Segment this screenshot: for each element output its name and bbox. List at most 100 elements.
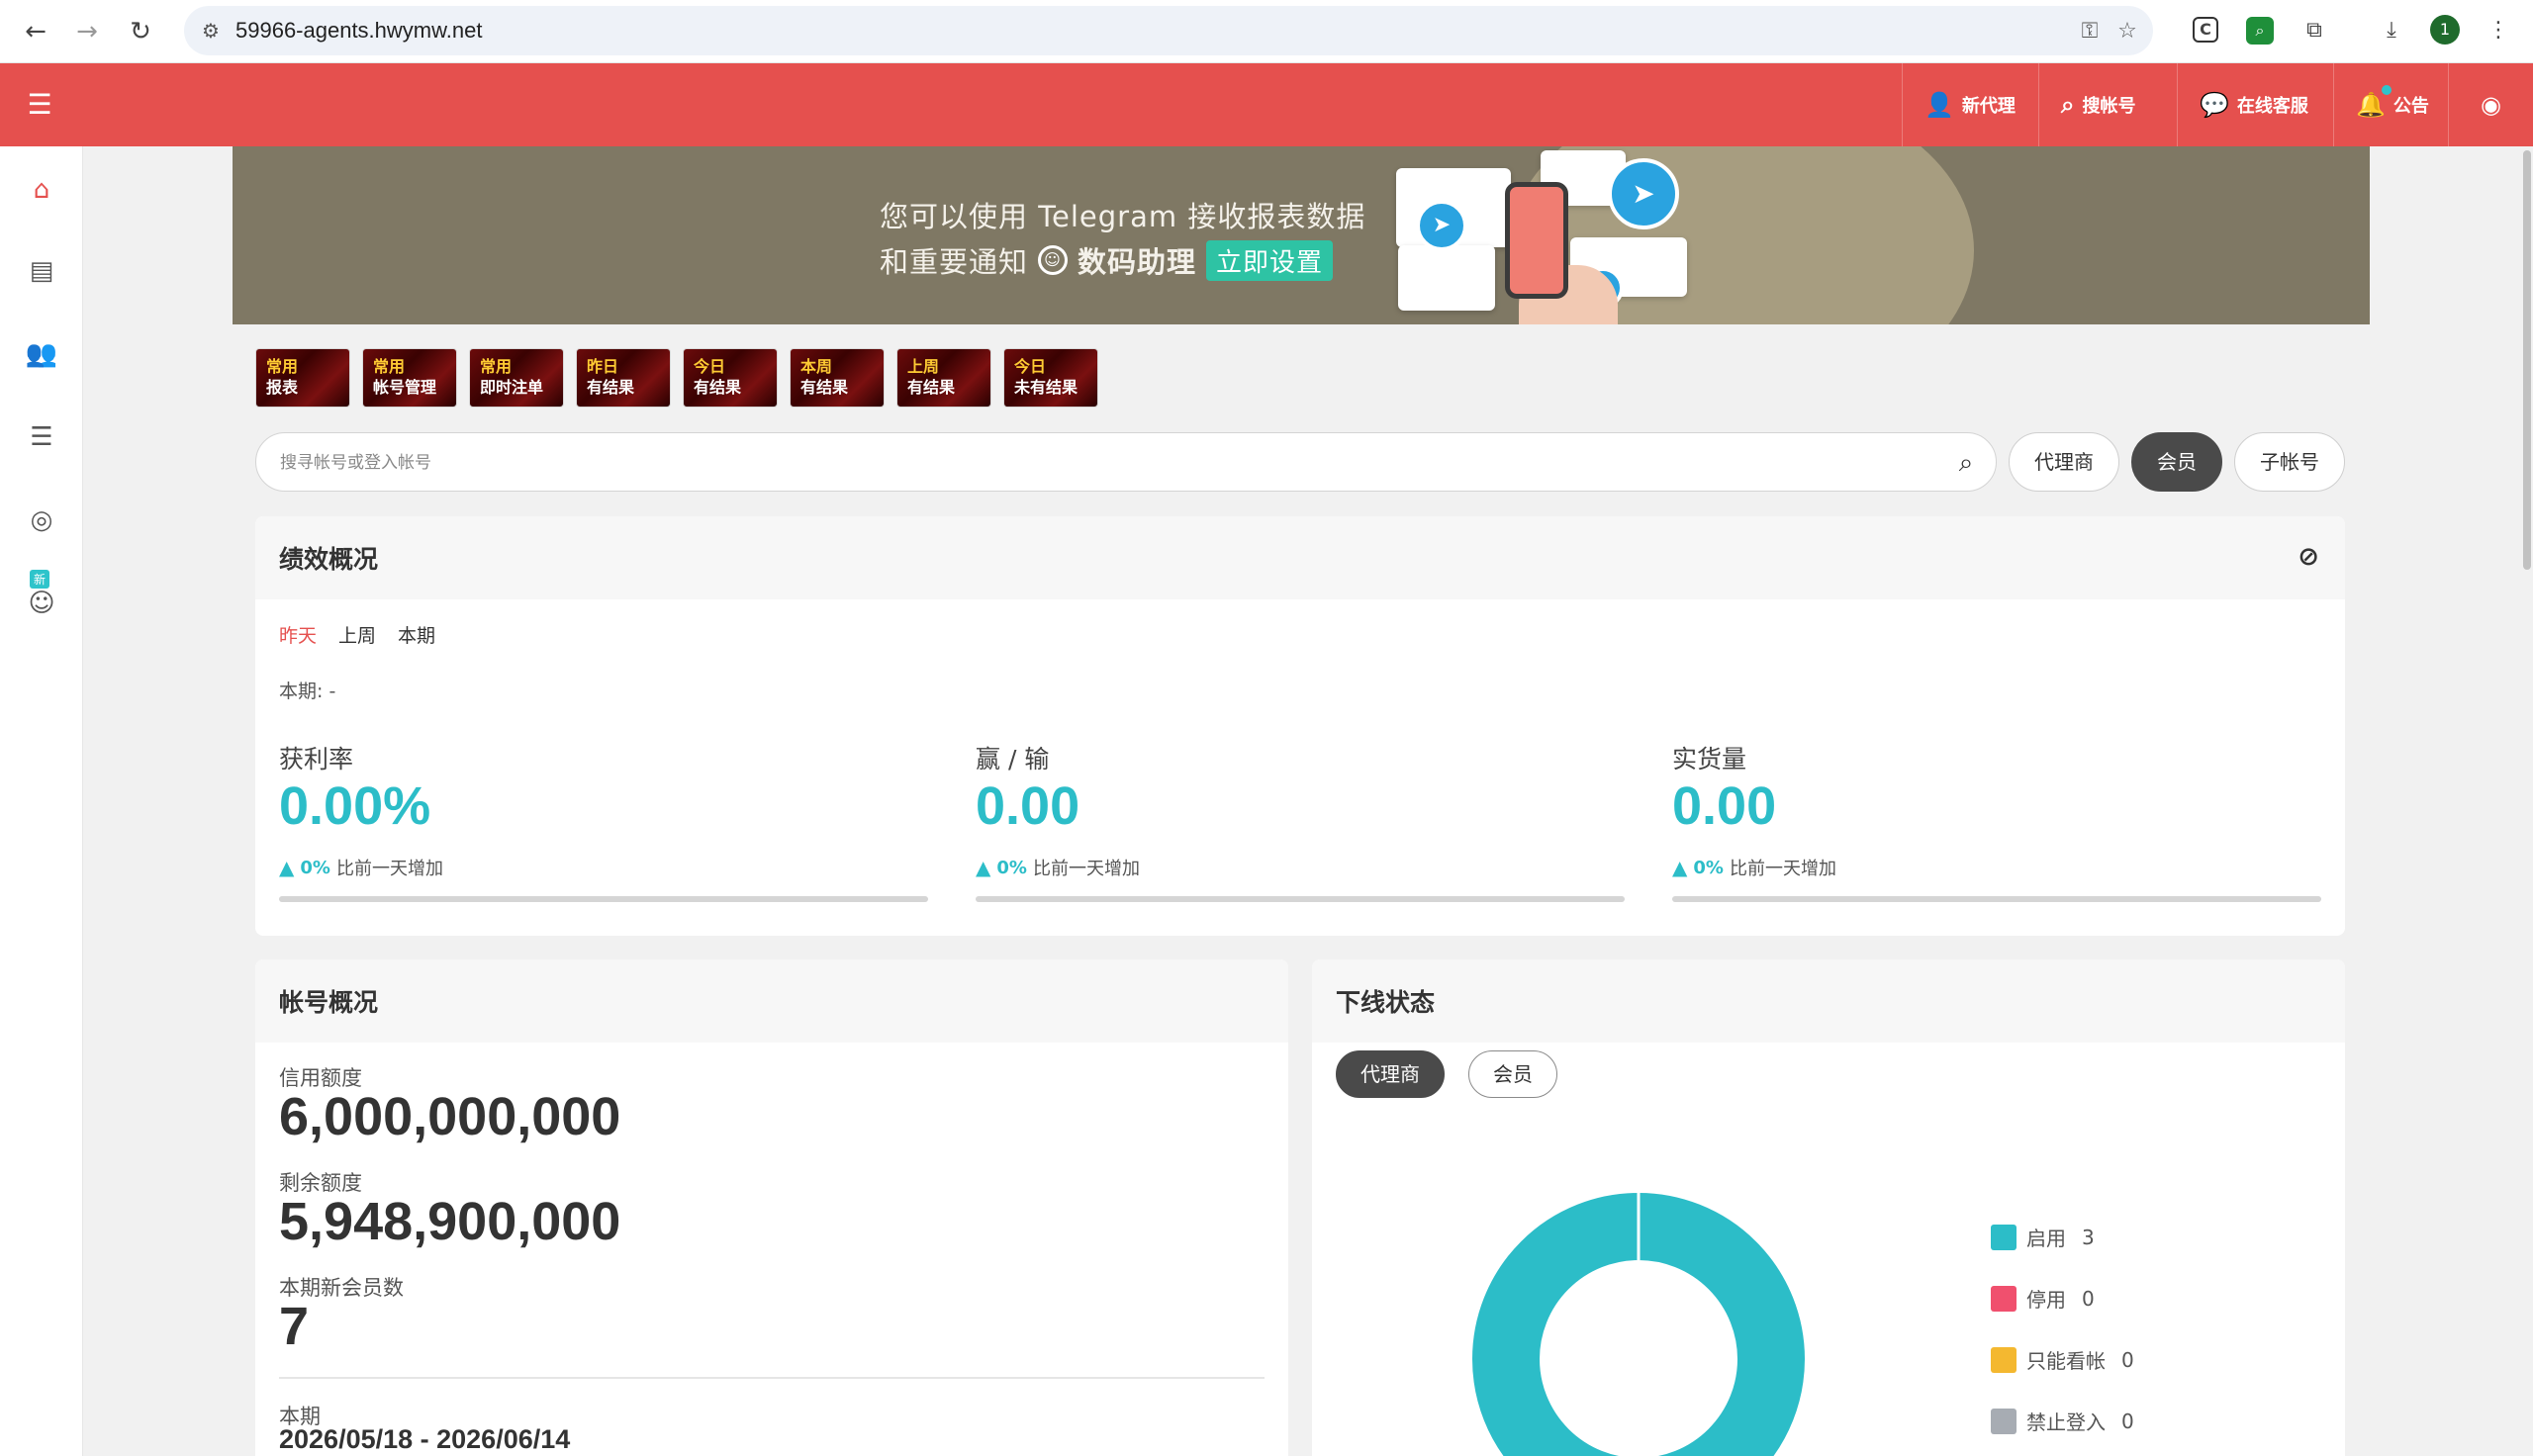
legend-count: 0 bbox=[2121, 1347, 2134, 1372]
account-title: 帐号概况 bbox=[279, 988, 379, 1017]
legend-enabled[interactable]: 启用 3 bbox=[1991, 1223, 2095, 1251]
key-icon[interactable]: ⚿ bbox=[2076, 18, 2104, 46]
new-agent-button[interactable]: 👤 新代理 bbox=[1902, 63, 2037, 146]
kebab-menu-icon[interactable]: ⋮ bbox=[2482, 14, 2515, 47]
quick-btn-today-unsettled[interactable]: 今日 未有结果 bbox=[1003, 348, 1098, 408]
legend-label: 只能看帐 bbox=[2026, 1349, 2106, 1373]
quick-btn-common-account[interactable]: 常用 帐号管理 bbox=[362, 348, 457, 408]
quick-btn-bottom: 帐号管理 bbox=[373, 378, 437, 397]
reload-icon[interactable]: ↻ bbox=[123, 14, 158, 49]
quick-btn-top: 今日 bbox=[694, 357, 726, 376]
eye-slash-icon[interactable]: ⊘ bbox=[2298, 542, 2319, 572]
home-icon[interactable]: ⌂ bbox=[22, 170, 61, 210]
account-search-input[interactable] bbox=[280, 447, 1903, 479]
announcement-label: 公告 bbox=[2392, 96, 2429, 117]
quick-btn-common-live-bets[interactable]: 常用 即时注单 bbox=[469, 348, 564, 408]
metric-turnover: 实货量 0.00 ▲ 0% 比前一天增加 bbox=[1672, 740, 2321, 902]
donut-slice-0[interactable] bbox=[1472, 1193, 1805, 1456]
download-icon[interactable]: ⤓ bbox=[2375, 14, 2408, 47]
user-profile-button[interactable]: ◉ bbox=[2448, 63, 2533, 146]
quick-btn-last-week-settled[interactable]: 上周 有结果 bbox=[896, 348, 991, 408]
downline-tab-agent[interactable]: 代理商 bbox=[1336, 1050, 1445, 1098]
quick-btn-bottom: 未有结果 bbox=[1014, 378, 1079, 397]
scrollbar-thumb[interactable] bbox=[2523, 150, 2531, 570]
announcement-button[interactable]: 🔔 公告 bbox=[2333, 63, 2451, 146]
performance-tabs: 昨天 上周 本期 bbox=[279, 621, 435, 648]
quick-btn-bottom: 即时注单 bbox=[480, 378, 544, 397]
filter-sub-account-button[interactable]: 子帐号 bbox=[2234, 432, 2345, 492]
activity-icon[interactable]: ◎ bbox=[22, 500, 61, 540]
extensions-puzzle-icon[interactable]: ⧉ bbox=[2298, 14, 2331, 47]
account-card-header: 帐号概况 bbox=[255, 959, 1288, 1043]
account-search-box: ⌕ bbox=[255, 432, 1997, 492]
user-circle-icon: ◉ bbox=[2481, 91, 2501, 119]
downline-tab-member[interactable]: 会员 bbox=[1468, 1050, 1557, 1098]
metric-trend-text: 比前一天增加 bbox=[1032, 859, 1140, 879]
legend-view-only[interactable]: 只能看帐 0 bbox=[1991, 1345, 2134, 1374]
quick-btn-today-settled[interactable]: 今日 有结果 bbox=[683, 348, 778, 408]
quick-btn-top: 昨日 bbox=[587, 357, 619, 376]
quick-btn-bottom: 有结果 bbox=[907, 378, 956, 397]
metric-win-loss: 赢 / 输 0.00 ▲ 0% 比前一天增加 bbox=[976, 740, 1625, 902]
quick-btn-top: 常用 bbox=[373, 357, 406, 376]
back-icon[interactable]: ← bbox=[18, 14, 53, 49]
filter-agent-button[interactable]: 代理商 bbox=[2009, 432, 2119, 492]
quick-btn-top: 本周 bbox=[800, 357, 833, 376]
triangle-up-icon: ▲ bbox=[1672, 856, 1688, 879]
banner-line1: 您可以使用 Telegram 接收报表数据 bbox=[880, 200, 1366, 233]
performance-card-header: 绩效概况 ⊘ bbox=[255, 516, 2345, 599]
legend-swatch bbox=[1991, 1285, 2017, 1312]
bell-icon: 🔔 bbox=[2356, 91, 2386, 119]
metric-trend-pct: 0% bbox=[1693, 857, 1724, 878]
quick-btn-common-report[interactable]: 常用 报表 bbox=[255, 348, 350, 408]
metric-trend: ▲ 0% 比前一天增加 bbox=[279, 855, 928, 880]
left-sidebar: ⌂ ▤ 👥 ☰ ◎ 新 ☺ bbox=[0, 146, 83, 1456]
search-icon[interactable]: ⌕ bbox=[1950, 447, 1982, 479]
quick-btn-top: 常用 bbox=[266, 357, 299, 376]
metric-trend-text: 比前一天增加 bbox=[335, 859, 443, 879]
address-bar[interactable]: ⚙ 59966-agents.hwymw.net ⚿ ☆ bbox=[184, 6, 2153, 55]
legend-swatch bbox=[1991, 1346, 2017, 1373]
donut-slices bbox=[1472, 1193, 1805, 1456]
notification-dot bbox=[2382, 85, 2392, 95]
legend-disabled[interactable]: 停用 0 bbox=[1991, 1284, 2095, 1313]
bot-assistant-icon[interactable]: ☺ bbox=[22, 584, 61, 623]
metric-value: 0.00 bbox=[1672, 776, 1777, 836]
robot-icon: ☺ bbox=[1038, 245, 1069, 275]
forward-icon[interactable]: → bbox=[69, 14, 105, 49]
filter-member-button[interactable]: 会员 bbox=[2131, 432, 2222, 492]
quick-btn-top: 今日 bbox=[1014, 357, 1047, 376]
menu-toggle-icon[interactable]: ☰ bbox=[22, 87, 57, 123]
quick-btn-top: 常用 bbox=[480, 357, 513, 376]
quick-btn-bottom: 报表 bbox=[266, 378, 299, 397]
setup-now-button[interactable]: 立即设置 bbox=[1206, 239, 1334, 281]
site-settings-icon[interactable]: ⚙ bbox=[198, 18, 224, 44]
tab-this-period[interactable]: 本期 bbox=[398, 621, 435, 648]
quick-btn-yesterday-settled[interactable]: 昨日 有结果 bbox=[576, 348, 671, 408]
telegram-banner[interactable]: 您可以使用 Telegram 接收报表数据 和重要通知 ☺ 数码助理 立即设置 … bbox=[233, 146, 2370, 324]
app-header: ☰ 👤 新代理 ⌕ 搜帐号 💬 在线客服 🔔 公告 ◉ bbox=[0, 63, 2533, 146]
metric-value: 0.00 bbox=[976, 776, 1080, 836]
star-icon[interactable]: ☆ bbox=[2113, 18, 2141, 46]
legend-count: 0 bbox=[2082, 1286, 2095, 1311]
tab-last-week[interactable]: 上周 bbox=[338, 621, 376, 648]
browser-chrome: ← → ↻ ⚙ 59966-agents.hwymw.net ⚿ ☆ C ⌕ ⧉… bbox=[0, 0, 2533, 63]
url-text: 59966-agents.hwymw.net bbox=[235, 18, 483, 43]
search-account-button[interactable]: ⌕ 搜帐号 bbox=[2038, 63, 2157, 146]
online-support-button[interactable]: 💬 在线客服 bbox=[2177, 63, 2330, 146]
profile-avatar[interactable]: 1 bbox=[2430, 15, 2460, 45]
extension-green-icon[interactable]: ⌕ bbox=[2246, 17, 2274, 45]
legend-swatch bbox=[1991, 1408, 2017, 1434]
search-account-label: 搜帐号 bbox=[2082, 96, 2136, 117]
metric-label: 实货量 bbox=[1672, 745, 1747, 774]
report-icon[interactable]: ▤ bbox=[22, 251, 61, 291]
users-icon[interactable]: 👥 bbox=[22, 334, 61, 374]
quick-btn-this-week-settled[interactable]: 本周 有结果 bbox=[790, 348, 885, 408]
legend-login-banned[interactable]: 禁止登入 0 bbox=[1991, 1407, 2134, 1435]
page-scrollbar[interactable] bbox=[2521, 146, 2533, 1456]
tab-yesterday[interactable]: 昨天 bbox=[279, 621, 317, 648]
list-icon[interactable]: ☰ bbox=[22, 417, 61, 457]
extension-c-icon[interactable]: C bbox=[2193, 17, 2218, 43]
metric-trend-text: 比前一天增加 bbox=[1729, 859, 1836, 879]
legend-label: 禁止登入 bbox=[2026, 1410, 2106, 1434]
